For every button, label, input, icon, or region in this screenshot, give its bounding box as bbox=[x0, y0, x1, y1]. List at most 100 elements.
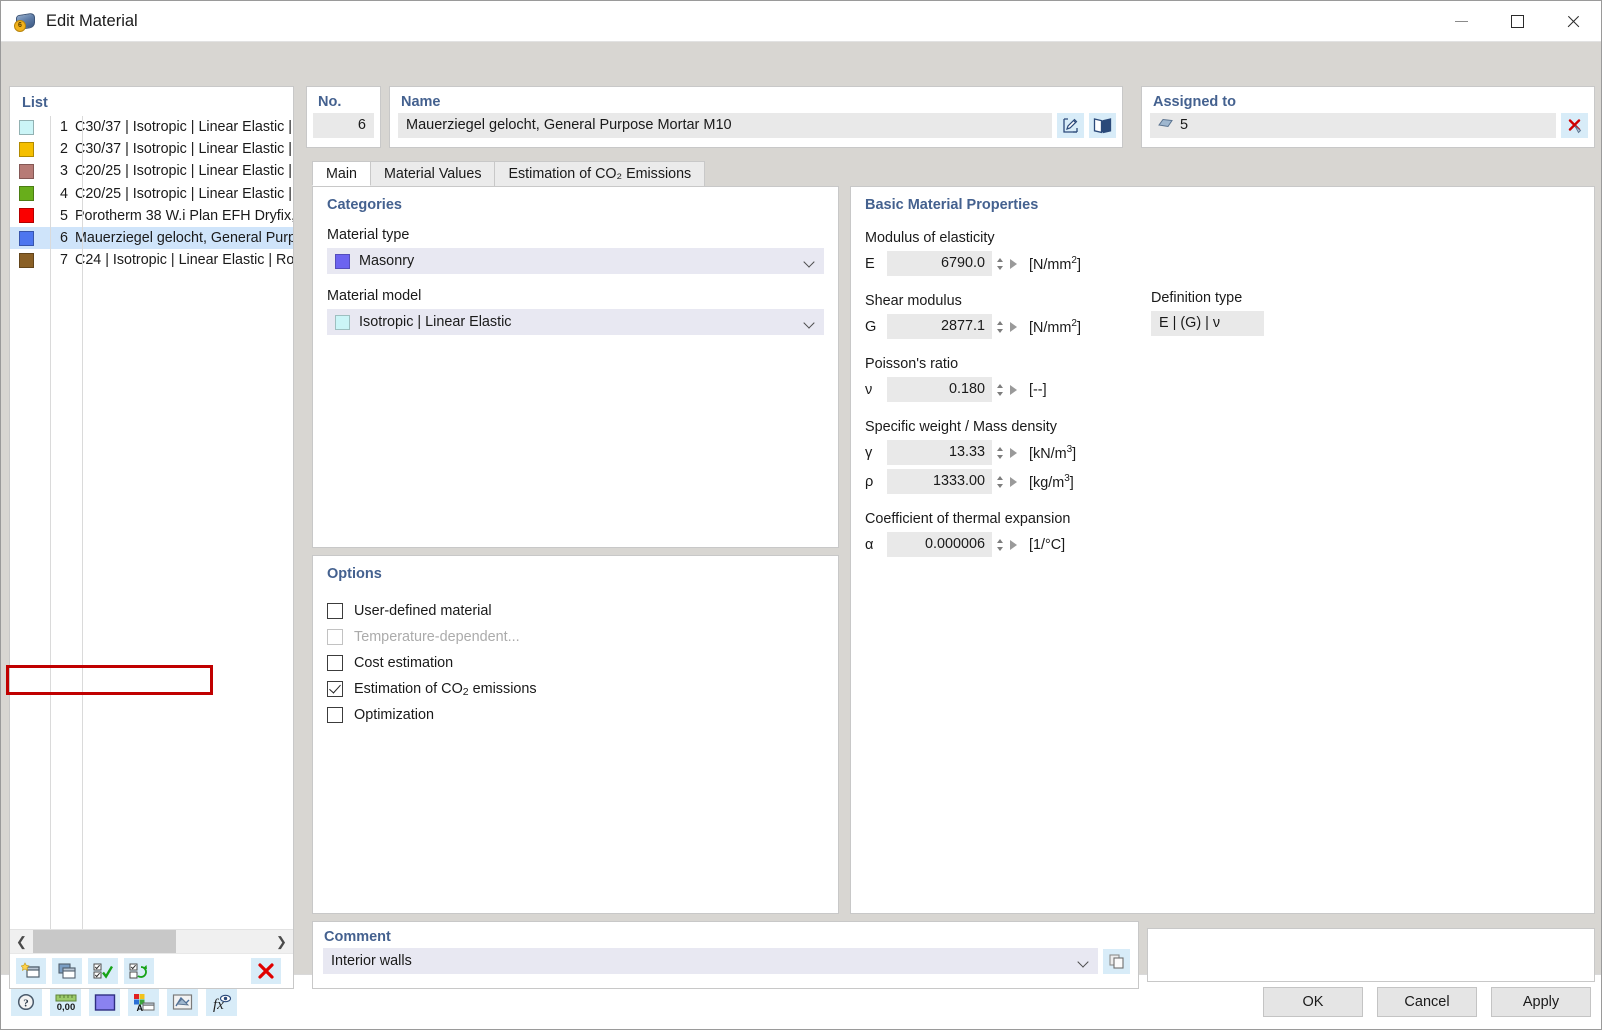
name-input[interactable]: Mauerziegel gelocht, General Purpose Mor… bbox=[398, 113, 1052, 138]
list-item[interactable]: 2 C30/37 | Isotropic | Linear Elastic | B… bbox=[10, 138, 293, 160]
property-row: ρ 1333.00 [kg/m3] bbox=[865, 469, 1580, 494]
color-button[interactable] bbox=[89, 988, 120, 1016]
property-group-label: Poisson's ratio bbox=[865, 356, 959, 372]
number-header: No. bbox=[318, 94, 342, 110]
new-material-button[interactable] bbox=[16, 958, 46, 984]
property-apply-arrow-icon[interactable] bbox=[1006, 532, 1021, 557]
name-panel: Name Mauerziegel gelocht, General Purpos… bbox=[389, 86, 1123, 148]
scrollbar-thumb[interactable] bbox=[33, 930, 176, 953]
property-symbol: G bbox=[865, 318, 877, 335]
checkbox[interactable] bbox=[327, 707, 343, 723]
option-row[interactable]: Cost estimation bbox=[327, 650, 824, 676]
option-row[interactable]: Optimization bbox=[327, 702, 824, 728]
help-button[interactable]: ? bbox=[11, 988, 42, 1016]
property-apply-arrow-icon[interactable] bbox=[1006, 251, 1021, 276]
property-apply-arrow-icon[interactable] bbox=[1006, 377, 1021, 402]
property-symbol: ρ bbox=[865, 473, 874, 490]
list-horizontal-scrollbar[interactable]: ❮ ❯ bbox=[10, 929, 293, 953]
list-item-number: 4 bbox=[60, 185, 68, 202]
property-value-input[interactable]: 13.33 bbox=[887, 440, 992, 465]
invert-selection-button[interactable] bbox=[124, 958, 154, 984]
material-list-panel: List 1 C30/37 | Isotropic | Linear Elasti… bbox=[9, 86, 294, 989]
tab-material-values[interactable]: Material Values bbox=[370, 161, 496, 186]
formula-button[interactable]: fx bbox=[206, 988, 237, 1016]
checkbox[interactable] bbox=[327, 603, 343, 619]
list-item[interactable]: 1 C30/37 | Isotropic | Linear Elastic | F… bbox=[10, 116, 293, 138]
property-value-input[interactable]: 6790.0 bbox=[887, 251, 992, 276]
option-label: Optimization bbox=[354, 707, 434, 723]
property-apply-arrow-icon[interactable] bbox=[1006, 440, 1021, 465]
svg-text:?: ? bbox=[23, 997, 29, 1009]
scrollbar-track[interactable] bbox=[33, 930, 270, 953]
surface-icon bbox=[1158, 113, 1173, 138]
property-symbol: α bbox=[865, 536, 874, 553]
checkbox bbox=[327, 629, 343, 645]
comment-select[interactable]: Interior walls bbox=[323, 948, 1098, 974]
window-controls bbox=[1433, 1, 1601, 41]
ok-button[interactable]: OK bbox=[1263, 987, 1363, 1017]
number-panel: No. 6 bbox=[306, 86, 381, 148]
property-value-input[interactable]: 2877.1 bbox=[887, 314, 992, 339]
spinner-buttons[interactable] bbox=[993, 377, 1006, 402]
property-apply-arrow-icon[interactable] bbox=[1006, 469, 1021, 494]
spinner-buttons[interactable] bbox=[993, 251, 1006, 276]
scroll-right-icon[interactable]: ❯ bbox=[270, 930, 293, 953]
list-item[interactable]: 7 C24 | Isotropic | Linear Elastic | Roof… bbox=[10, 249, 293, 271]
property-symbol: E bbox=[865, 255, 875, 272]
spinner-buttons[interactable] bbox=[993, 469, 1006, 494]
list-item-label: C30/37 | Isotropic | Linear Elastic | Fo… bbox=[75, 119, 293, 136]
checkbox[interactable] bbox=[327, 681, 343, 697]
graphic-button[interactable] bbox=[167, 988, 198, 1016]
close-icon[interactable] bbox=[1545, 1, 1601, 41]
material-library-icon[interactable] bbox=[1089, 113, 1116, 138]
tab-bar: Main Material Values Estimation of CO₂ Emi… bbox=[312, 161, 706, 186]
spinner-buttons[interactable] bbox=[993, 314, 1006, 339]
edit-name-icon[interactable] bbox=[1057, 113, 1084, 138]
cancel-button[interactable]: Cancel bbox=[1377, 987, 1477, 1017]
option-row[interactable]: Estimation of CO2 emissions bbox=[327, 676, 824, 702]
material-list[interactable]: 1 C30/37 | Isotropic | Linear Elastic | F… bbox=[10, 116, 293, 929]
list-item[interactable]: 3 C20/25 | Isotropic | Linear Elastic | B… bbox=[10, 160, 293, 182]
list-item-number: 2 bbox=[60, 141, 68, 158]
number-input[interactable]: 6 bbox=[313, 113, 374, 138]
tab-estimation-of-co-emissions[interactable]: Estimation of CO₂ Emissions bbox=[494, 161, 706, 186]
copy-material-button[interactable] bbox=[52, 958, 82, 984]
material-type-select[interactable]: Masonry bbox=[327, 248, 824, 274]
list-item[interactable]: 4 C20/25 | Isotropic | Linear Elastic | C… bbox=[10, 183, 293, 205]
list-item[interactable]: 5 Porotherm 38 W.i Plan EFH Dryfix, Mason… bbox=[10, 205, 293, 227]
comment-panel: Comment Interior walls bbox=[312, 921, 1139, 989]
property-row: γ 13.33 [kN/m3] bbox=[865, 440, 1580, 465]
tab-main[interactable]: Main bbox=[312, 161, 371, 186]
property-value-input[interactable]: 0.000006 bbox=[887, 532, 992, 557]
minimize-icon[interactable] bbox=[1433, 1, 1489, 41]
property-value-input[interactable]: 1333.00 bbox=[887, 469, 992, 494]
categories-panel: Categories Material type Masonry Materia… bbox=[312, 186, 839, 548]
copy-comment-icon[interactable] bbox=[1103, 948, 1130, 974]
checkbox[interactable] bbox=[327, 655, 343, 671]
select-all-button[interactable] bbox=[88, 958, 118, 984]
display-properties-button[interactable]: A bbox=[128, 988, 159, 1016]
material-model-select[interactable]: Isotropic | Linear Elastic bbox=[327, 309, 824, 335]
maximize-icon[interactable] bbox=[1489, 1, 1545, 41]
material-model-label: Material model bbox=[327, 288, 422, 304]
property-unit: [N/mm2] bbox=[1029, 254, 1081, 273]
delete-material-button[interactable] bbox=[251, 958, 281, 984]
option-label: Cost estimation bbox=[354, 655, 454, 671]
spinner-buttons[interactable] bbox=[993, 532, 1006, 557]
apply-button[interactable]: Apply bbox=[1491, 987, 1591, 1017]
spinner-buttons[interactable] bbox=[993, 440, 1006, 465]
property-apply-arrow-icon[interactable] bbox=[1006, 314, 1021, 339]
scroll-left-icon[interactable]: ❮ bbox=[10, 930, 33, 953]
list-item-color-swatch bbox=[19, 208, 34, 224]
list-item[interactable]: 6 Mauerziegel gelocht, General Purpose Mo bbox=[10, 226, 293, 250]
property-group: Poisson's ratio ν 0.180 [--] bbox=[865, 356, 1580, 402]
clear-assignment-icon[interactable] bbox=[1561, 113, 1588, 138]
assigned-to-input[interactable]: 5 bbox=[1150, 113, 1556, 138]
option-row[interactable]: User-defined material bbox=[327, 598, 824, 624]
basic-material-properties-panel: Basic Material Properties Modulus of ela… bbox=[850, 186, 1595, 914]
definition-type-value[interactable]: E | (G) | ν bbox=[1151, 311, 1264, 336]
units-button[interactable]: 0,00 bbox=[50, 988, 81, 1016]
property-group: Modulus of elasticity E 6790.0 [N/mm2] bbox=[865, 230, 1580, 276]
property-unit: [N/mm2] bbox=[1029, 317, 1081, 336]
property-value-input[interactable]: 0.180 bbox=[887, 377, 992, 402]
